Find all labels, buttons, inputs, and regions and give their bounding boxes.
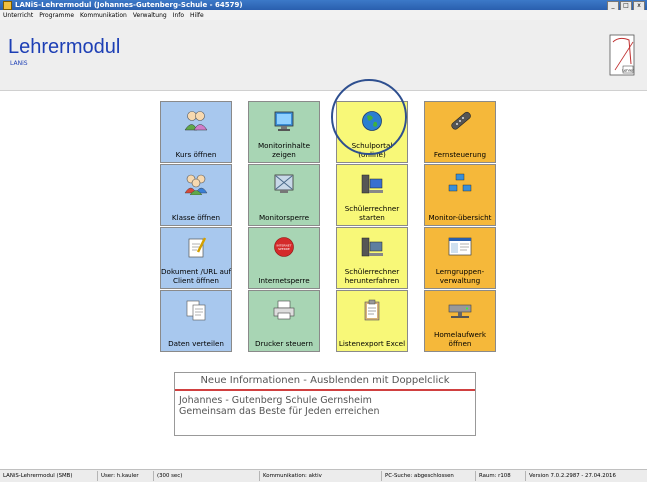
tile-fernsteuerung[interactable]: Fernsteuerung xyxy=(424,101,496,163)
window-titlebar: LANiS-Lehrermodul (Johannes-Gutenberg-Sc… xyxy=(0,0,647,11)
tile-label: Monitorinhalte zeigen xyxy=(257,141,311,159)
info-body: Johannes - Gutenberg Schule Gernsheim Ge… xyxy=(175,391,475,421)
tile-label: Internetsperre xyxy=(258,276,310,285)
tile-lerngruppenverwaltung[interactable]: Lerngruppen-verwaltung xyxy=(424,227,496,289)
tile-drucker-steuern[interactable]: Drucker steuern xyxy=(248,290,320,352)
info-heading: Neue Informationen - Ausblenden mit Dopp… xyxy=(175,373,475,391)
drive-icon xyxy=(448,304,472,318)
users-icon xyxy=(184,111,208,131)
tile-label: Lerngruppen-verwaltung xyxy=(435,267,485,285)
tile-dokument-url[interactable]: Dokument /URL auf Client öffnen xyxy=(160,227,232,289)
tile-label: Monitor-übersicht xyxy=(428,213,492,222)
status-user: User: h.kauler xyxy=(98,471,154,481)
printer-icon xyxy=(273,300,295,320)
menu-hilfe[interactable]: Hilfe xyxy=(187,12,207,19)
internet-block-icon: INTERNET SPERRE xyxy=(274,237,294,257)
tile-label: Klasse öffnen xyxy=(171,213,221,222)
monitor-icon xyxy=(274,111,294,131)
window-title: LANiS-Lehrermodul (Johannes-Gutenberg-Sc… xyxy=(15,1,243,9)
tile-label: Homelaufwerk öffnen xyxy=(433,330,486,348)
tile-internetsperre[interactable]: INTERNET SPERRE Internetsperre xyxy=(248,227,320,289)
app-header: Lehrermodul LANiS Lehrer xyxy=(0,20,647,91)
monitors-grid-icon xyxy=(448,173,472,192)
status-pc-search: PC-Suche: abgeschlossen xyxy=(382,471,476,481)
lehrer-logo-icon: Lehrer xyxy=(609,34,635,76)
computer-icon xyxy=(361,237,383,257)
svg-text:SPERRE: SPERRE xyxy=(278,247,290,251)
tile-label: Drucker steuern xyxy=(255,339,313,348)
status-room: Raum: r108 xyxy=(476,471,526,481)
document-edit-icon xyxy=(188,237,207,258)
menu-programme[interactable]: Programme xyxy=(36,12,77,19)
page-title: Lehrermodul xyxy=(8,36,121,58)
menu-bar: Unterricht Programme Kommunikation Verwa… xyxy=(0,10,647,20)
menu-kommunikation[interactable]: Kommunikation xyxy=(77,12,130,19)
tile-label: Schülerrechner herunterfahren xyxy=(344,267,400,285)
group-icon xyxy=(184,174,208,195)
tile-label: Schülerrechner starten xyxy=(344,204,400,222)
tile-monitorinhalte[interactable]: Monitorinhalte zeigen xyxy=(248,101,320,163)
status-version: Version 7.0.2.2987 - 27.04.2016 xyxy=(529,473,616,479)
status-timeout: (300 sec) xyxy=(154,471,260,481)
documents-icon xyxy=(186,300,206,321)
tile-label: Dokument /URL auf Client öffnen xyxy=(161,267,231,285)
page-subtitle: LANiS xyxy=(10,60,28,67)
clipboard-icon xyxy=(364,299,380,321)
window-icon xyxy=(448,237,472,256)
tile-label: Listenexport Excel xyxy=(338,339,406,348)
logo-text: Lehrer xyxy=(622,69,634,73)
tile-klasse-oeffnen[interactable]: Klasse öffnen xyxy=(160,164,232,226)
tile-kurs-oeffnen[interactable]: Kurs öffnen xyxy=(160,101,232,163)
computer-icon xyxy=(361,174,383,194)
globe-icon xyxy=(362,111,382,131)
screen-lock-icon xyxy=(274,174,294,193)
app-icon xyxy=(3,0,12,10)
status-bar: LANiS-Lehrermodul (SMB) User: h.kauler (… xyxy=(0,469,647,482)
tile-schuelerrechner-herunterfahren[interactable]: Schülerrechner herunterfahren xyxy=(336,227,408,289)
info-line-2: Gemeinsam das Beste für Jeden erreichen xyxy=(179,406,380,417)
tile-label: Fernsteuerung xyxy=(433,150,487,159)
menu-unterricht[interactable]: Unterricht xyxy=(0,12,36,19)
info-line-1: Johannes - Gutenberg Schule Gernsheim xyxy=(179,395,372,406)
tile-homelaufwerk[interactable]: Homelaufwerk öffnen xyxy=(424,290,496,352)
tile-monitoruebersicht[interactable]: Monitor-übersicht xyxy=(424,164,496,226)
status-communication: Kommunikation: aktiv xyxy=(260,471,382,481)
tile-monitorsperre[interactable]: Monitorsperre xyxy=(248,164,320,226)
menu-verwaltung[interactable]: Verwaltung xyxy=(130,12,170,19)
tile-daten-verteilen[interactable]: Daten verteilen xyxy=(160,290,232,352)
tile-schuelerrechner-starten[interactable]: Schülerrechner starten xyxy=(336,164,408,226)
tile-label: Kurs öffnen xyxy=(175,150,217,159)
remote-icon xyxy=(451,111,471,130)
menu-info[interactable]: Info xyxy=(170,12,187,19)
tile-listenexport[interactable]: Listenexport Excel xyxy=(336,290,408,352)
tile-label: Monitorsperre xyxy=(258,213,310,222)
status-app: LANiS-Lehrermodul (SMB) xyxy=(0,471,98,481)
info-panel[interactable]: Neue Informationen - Ausblenden mit Dopp… xyxy=(174,372,476,436)
tile-label: Schulportal (online) xyxy=(351,141,393,159)
tile-schulportal[interactable]: Schulportal (online) xyxy=(336,101,408,163)
tile-label: Daten verteilen xyxy=(168,339,224,348)
